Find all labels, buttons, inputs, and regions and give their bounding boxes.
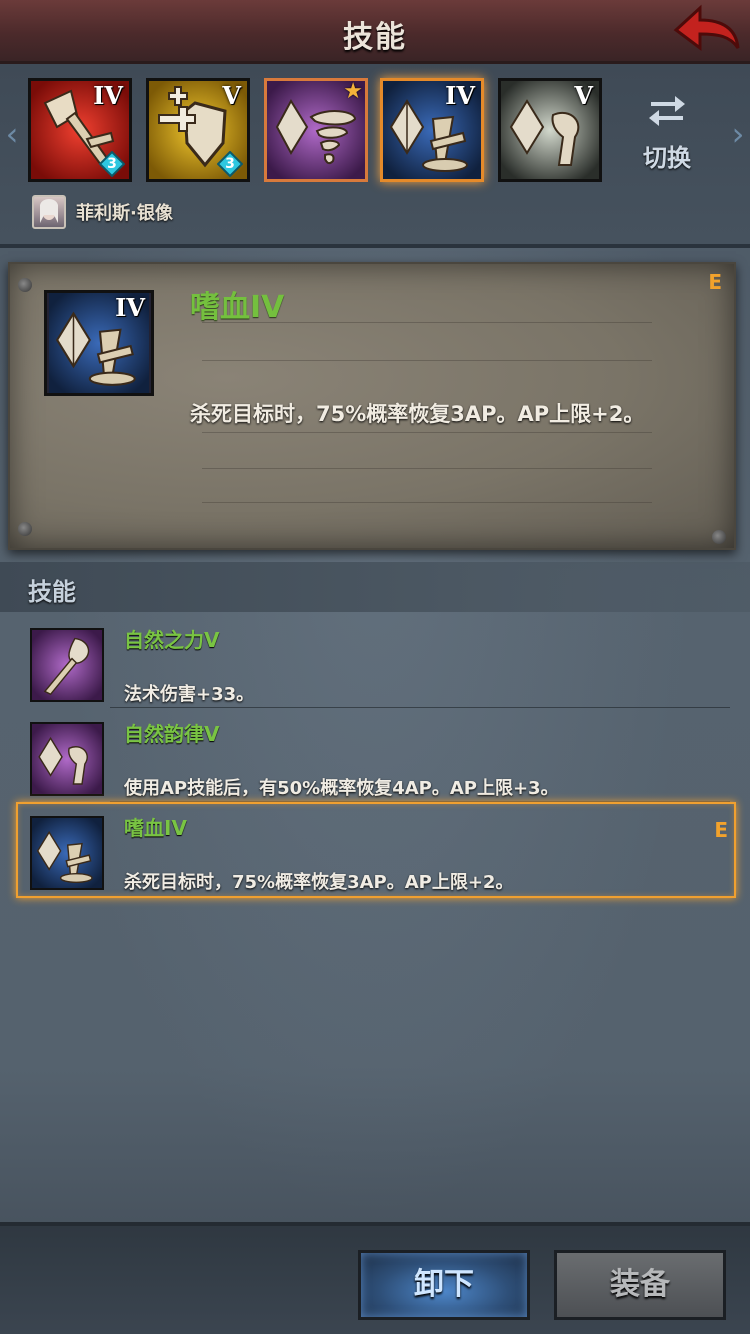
switch-button[interactable]: 切换 — [632, 90, 702, 172]
bloodthirst-skill-icon — [30, 816, 104, 890]
skill-level: IV — [445, 81, 475, 110]
skill-name: 自然韵律V — [124, 722, 220, 746]
equipped-badge: E — [708, 270, 722, 294]
skill-slot-5[interactable]: V — [498, 78, 602, 182]
unequip-button[interactable]: 卸下 — [358, 1250, 530, 1320]
nature-force-skill-icon — [30, 628, 104, 702]
detail-skill-icon: IV — [44, 290, 154, 396]
equip-button[interactable]: 装备 — [554, 1250, 726, 1320]
hero-name: 菲利斯·银像 — [76, 203, 173, 224]
skill-level: IV — [115, 293, 145, 322]
skill-slot-4[interactable]: IV — [380, 78, 484, 182]
rivet-icon — [712, 530, 726, 544]
hero-info: 菲利斯·银像 — [32, 195, 173, 229]
skill-list-item-selected[interactable]: 嗜血IV E 杀死目标时，75%概率恢复3AP。AP上限+2。 — [0, 802, 750, 898]
skill-name: 嗜血IV — [124, 816, 187, 840]
gem-count: 3 — [107, 156, 117, 172]
skill-list-header: 技能 — [0, 562, 750, 612]
skill-level: V — [574, 81, 593, 110]
scroll-right-icon[interactable]: › — [728, 114, 748, 154]
nature-rhythm-skill-icon — [30, 722, 104, 796]
section-title: 技能 — [28, 578, 76, 606]
skill-level: IV — [93, 81, 123, 110]
scroll-left-icon[interactable]: ‹ — [2, 114, 22, 154]
page-title: 技能 — [343, 20, 407, 55]
hero-avatar — [32, 195, 66, 229]
skill-list-item[interactable]: 自然之力V 法术伤害+33。 — [0, 616, 750, 708]
skill-slot-3[interactable]: ★ — [264, 78, 368, 182]
swap-arrows-icon — [649, 96, 685, 126]
rivet-icon — [18, 278, 32, 292]
equipped-badge: E — [714, 818, 728, 842]
skill-slot-1[interactable]: IV 3 — [28, 78, 132, 182]
skill-name: 自然之力V — [124, 628, 220, 652]
switch-label: 切换 — [643, 144, 691, 172]
divider — [110, 707, 730, 708]
skill-slot-2[interactable]: V 3 — [146, 78, 250, 182]
detail-skill-name: 嗜血IV — [190, 290, 285, 325]
back-arrow-icon[interactable] — [670, 4, 742, 56]
skill-description: 使用AP技能后，有50%概率恢复4AP。AP上限+3。 — [124, 778, 559, 799]
skill-level: V — [222, 81, 241, 110]
skill-description: 法术伤害+33。 — [124, 684, 255, 705]
skill-description: 杀死目标时，75%概率恢复3AP。AP上限+2。 — [124, 872, 514, 893]
star-icon: ★ — [343, 79, 363, 104]
skill-detail-card: IV 嗜血IV E 杀死目标时，75%概率恢复3AP。AP上限+2。 — [8, 262, 736, 550]
rivet-icon — [18, 522, 32, 536]
title-bar: 技能 — [0, 0, 750, 64]
detail-skill-description: 杀死目标时，75%概率恢复3AP。AP上限+2。 — [190, 402, 645, 426]
gem-count: 3 — [225, 156, 235, 172]
equipped-skill-bar: ‹ IV 3 V 3 ★ IV V 切换 › 菲利斯·银像 — [0, 64, 750, 248]
skill-list-item[interactable]: 自然韵律V 使用AP技能后，有50%概率恢复4AP。AP上限+3。 — [0, 710, 750, 802]
footer-bar: 卸下 装备 — [0, 1222, 750, 1334]
